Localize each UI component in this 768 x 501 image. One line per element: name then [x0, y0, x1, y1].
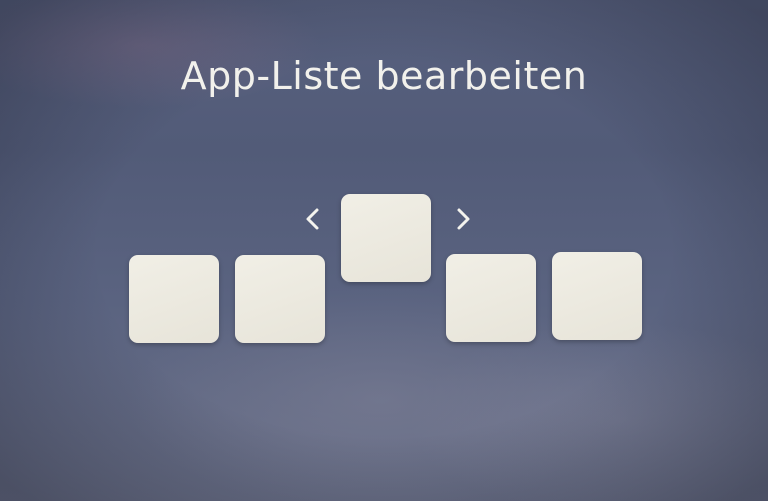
app-tile-selected[interactable] — [341, 194, 431, 282]
chevron-left-icon[interactable] — [302, 206, 324, 232]
page-title: App-Liste bearbeiten — [180, 54, 588, 98]
app-tile[interactable] — [129, 255, 219, 343]
app-tile[interactable] — [235, 255, 325, 343]
app-tile[interactable] — [446, 254, 536, 342]
app-tile[interactable] — [552, 252, 642, 340]
chevron-right-icon[interactable] — [452, 206, 474, 232]
tv-screen: App-Liste bearbeiten — [0, 0, 768, 501]
